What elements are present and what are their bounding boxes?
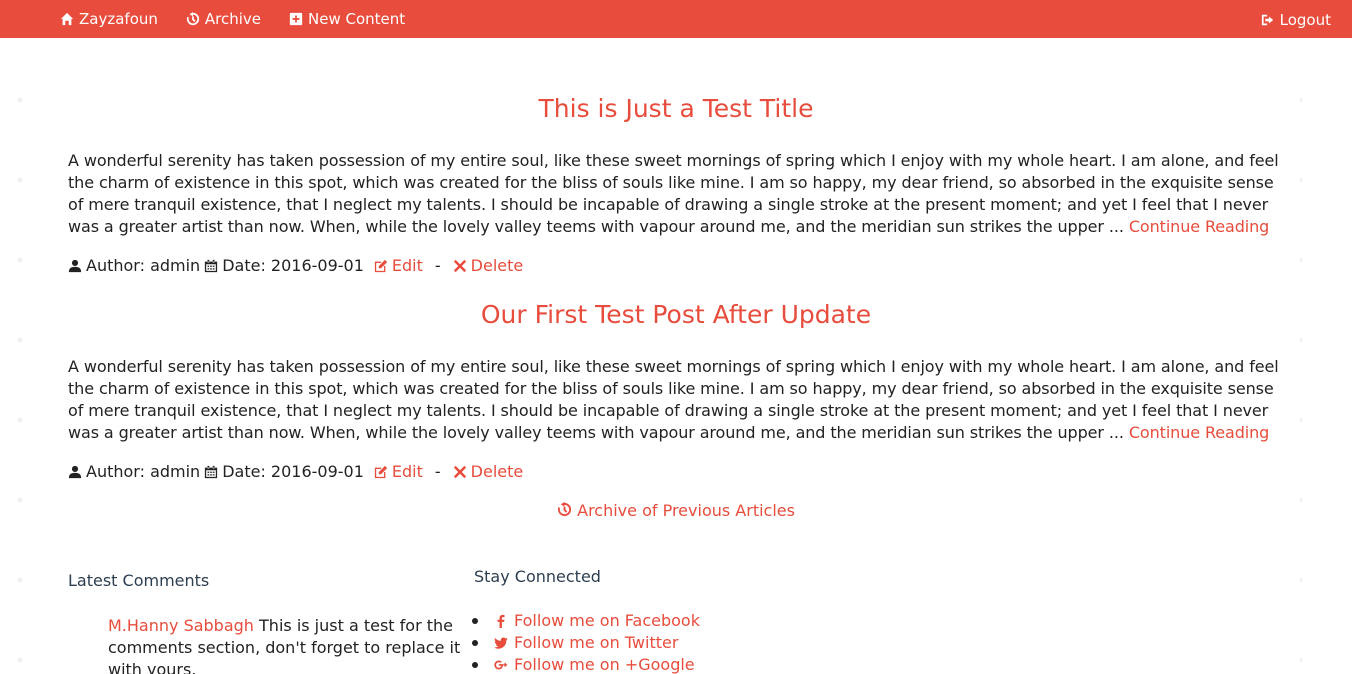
history-icon	[186, 12, 200, 26]
post-excerpt: A wonderful serenity has taken possessio…	[68, 356, 1280, 444]
delete-label: Delete	[470, 462, 524, 481]
edit-button[interactable]: Edit	[374, 462, 423, 481]
post-date: Date: 2016-09-01	[222, 256, 364, 275]
facebook-link[interactable]: Follow me on Facebook	[492, 610, 700, 632]
nav-archive-link[interactable]: Archive	[186, 10, 261, 28]
meta-separator: -	[434, 462, 441, 481]
post-author: Author: admin	[86, 256, 201, 275]
nav-home-label: Zayzafoun	[79, 10, 158, 28]
comment-item: M.Hanny Sabbagh This is just a test for …	[108, 615, 468, 674]
nav-home-link[interactable]: Zayzafoun	[60, 10, 158, 28]
post-excerpt: A wonderful serenity has taken possessio…	[68, 150, 1280, 238]
sign-out-icon	[1261, 14, 1273, 26]
times-icon	[453, 465, 466, 478]
meta-separator: -	[434, 256, 441, 275]
twitter-icon	[494, 637, 508, 649]
archive-link-label: Archive of Previous Articles	[577, 501, 795, 520]
calendar-icon	[205, 259, 218, 272]
post-meta: Author: admin Date: 2016-09-01 Edit - De…	[68, 256, 523, 275]
nav-new-content-label: New Content	[308, 10, 406, 28]
nav-archive-label: Archive	[204, 10, 262, 28]
post-title[interactable]: This is Just a Test Title	[52, 94, 1300, 123]
nav-logout-label: Logout	[1279, 11, 1331, 29]
social-links-list: Follow me on Facebook Follow me on Twitt…	[492, 610, 700, 674]
comment-author-link[interactable]: M.Hanny Sabbagh	[108, 616, 254, 635]
google-plus-link-label: Follow me on +Google	[514, 655, 695, 674]
continue-reading-link[interactable]: Continue Reading	[1129, 423, 1269, 442]
google-plus-icon	[494, 660, 508, 670]
edit-icon	[374, 465, 388, 478]
post-meta: Author: admin Date: 2016-09-01 Edit - De…	[68, 462, 523, 481]
post-title[interactable]: Our First Test Post After Update	[52, 300, 1300, 329]
nav-logout-link[interactable]: Logout	[1261, 11, 1331, 29]
post-excerpt-text: A wonderful serenity has taken possessio…	[68, 151, 1279, 236]
post-date: Date: 2016-09-01	[222, 462, 364, 481]
post-excerpt-text: A wonderful serenity has taken possessio…	[68, 357, 1279, 442]
facebook-link-label: Follow me on Facebook	[514, 611, 700, 630]
plus-square-icon	[289, 12, 303, 26]
twitter-link-label: Follow me on Twitter	[514, 633, 679, 652]
history-icon	[557, 502, 572, 521]
nav-new-content-link[interactable]: New Content	[289, 10, 405, 28]
edit-icon	[374, 259, 388, 272]
edit-label: Edit	[391, 256, 423, 275]
post-author: Author: admin	[86, 462, 201, 481]
delete-button[interactable]: Delete	[453, 462, 524, 481]
times-icon	[453, 259, 466, 272]
google-plus-link[interactable]: Follow me on +Google	[492, 654, 700, 674]
user-icon	[68, 465, 82, 478]
twitter-link[interactable]: Follow me on Twitter	[492, 632, 700, 654]
archive-previous-articles-link[interactable]: Archive of Previous Articles	[52, 501, 1300, 521]
user-icon	[68, 259, 82, 272]
delete-label: Delete	[470, 256, 524, 275]
edit-label: Edit	[391, 462, 423, 481]
edit-button[interactable]: Edit	[374, 256, 423, 275]
stay-connected-title: Stay Connected	[474, 567, 601, 586]
latest-comments-title: Latest Comments	[68, 571, 210, 590]
calendar-icon	[205, 465, 218, 478]
home-icon	[60, 12, 74, 26]
main-content: This is Just a Test Title A wonderful se…	[52, 38, 1300, 674]
delete-button[interactable]: Delete	[453, 256, 524, 275]
facebook-icon	[497, 614, 505, 628]
continue-reading-link[interactable]: Continue Reading	[1129, 217, 1269, 236]
top-navbar: Zayzafoun Archive New Content Logout	[0, 0, 1352, 38]
